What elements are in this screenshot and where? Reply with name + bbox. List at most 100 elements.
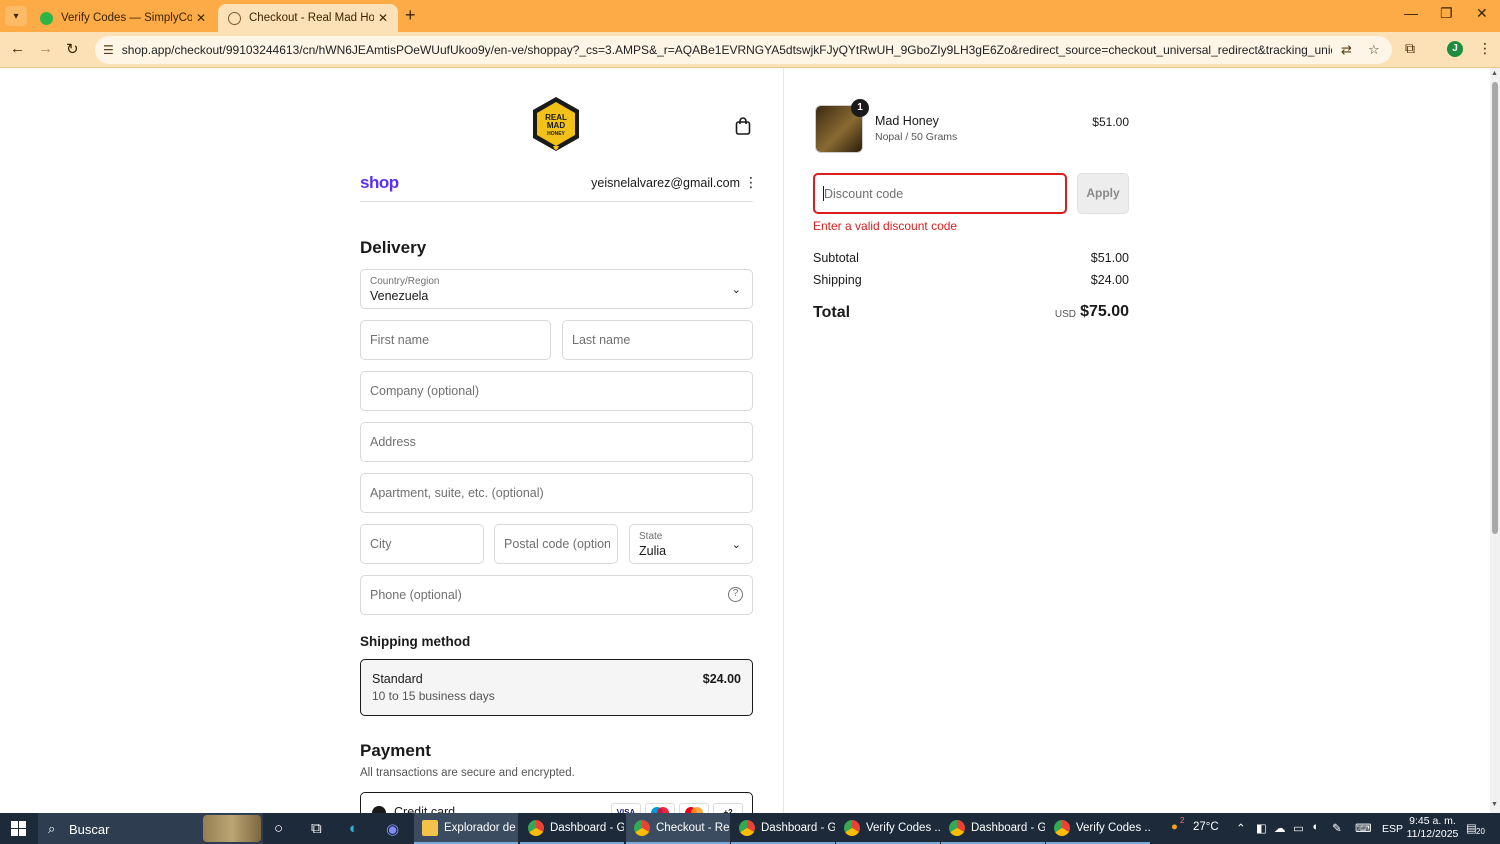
- shipping-label: Shipping: [813, 273, 862, 287]
- taskbar-search[interactable]: ⌕ Buscar: [38, 813, 263, 844]
- last-name-input[interactable]: Last name: [562, 320, 753, 360]
- chevron-down-icon: ⌄: [731, 539, 741, 551]
- url-text[interactable]: shop.app/checkout/99103244613/cn/hWN6JEA…: [122, 43, 1332, 57]
- state-value: Zulia: [639, 544, 667, 558]
- total-value: $75.00: [1080, 303, 1129, 320]
- reload-icon[interactable]: ↻: [66, 40, 79, 58]
- bookmark-star-icon[interactable]: ☆: [1368, 42, 1380, 58]
- translate-icon[interactable]: ⇄: [1341, 42, 1352, 58]
- tab-title: Checkout - Real Mad Honey: [249, 12, 374, 24]
- payment-subtitle: All transactions are secure and encrypte…: [360, 767, 575, 779]
- mastercard-card-icon: [679, 803, 709, 813]
- page-scrollbar[interactable]: ▲ ▼: [1490, 68, 1500, 813]
- network-icon[interactable]: ▭: [1293, 821, 1304, 835]
- taskbar-app-chrome-verify[interactable]: Verify Codes ...: [836, 813, 940, 844]
- tab-checkout[interactable]: Checkout - Real Mad Honey ✕: [218, 4, 398, 32]
- svg-text:HONEY: HONEY: [547, 131, 565, 137]
- taskbar-app-chrome-dashboard[interactable]: Dashboard - G...: [941, 813, 1045, 844]
- maestro-card-icon: [645, 803, 675, 813]
- address-input[interactable]: Address: [360, 422, 753, 462]
- svg-text:MAD: MAD: [547, 121, 565, 130]
- keyboard-icon[interactable]: ⌨: [1355, 821, 1372, 835]
- apartment-input[interactable]: Apartment, suite, etc. (optional): [360, 473, 753, 513]
- new-tab-plus-icon[interactable]: +: [405, 5, 416, 26]
- chrome-menu-icon[interactable]: ⋮: [1478, 40, 1492, 57]
- url-bar[interactable]: ☰ shop.app/checkout/99103244613/cn/hWN6J…: [95, 36, 1392, 64]
- state-label: State: [639, 531, 663, 542]
- scroll-down-icon[interactable]: ▼: [1491, 801, 1498, 808]
- search-highlight-image: [203, 815, 261, 842]
- weather-sun-icon[interactable]: ●: [1171, 821, 1178, 833]
- forward-arrow-icon[interactable]: →: [38, 40, 53, 57]
- edge-icon[interactable]: ◐: [349, 820, 358, 837]
- apply-discount-button[interactable]: Apply: [1077, 173, 1129, 214]
- chrome-icon: [844, 819, 860, 836]
- company-input[interactable]: Company (optional): [360, 371, 753, 411]
- cortana-circle-icon[interactable]: ○: [274, 820, 283, 837]
- phone-input[interactable]: Phone (optional) ?: [360, 575, 753, 615]
- system-clock[interactable]: 9:45 a. m. 11/12/2025: [1405, 815, 1460, 841]
- taskbar-app-chrome-checkout[interactable]: Checkout - Re...: [626, 813, 730, 844]
- country-select[interactable]: Country/Region Venezuela ⌄: [360, 269, 753, 309]
- close-window-icon[interactable]: ✕: [1476, 5, 1488, 22]
- volume-icon[interactable]: ◖: [1311, 821, 1318, 833]
- divider: [360, 201, 753, 202]
- tab-search-button[interactable]: ▾: [5, 6, 27, 26]
- country-value: Venezuela: [370, 289, 429, 303]
- taskbar-app-chrome-dashboard[interactable]: Dashboard - G...: [520, 813, 624, 844]
- shop-pay-logo: shop: [360, 173, 399, 192]
- extensions-puzzle-icon[interactable]: ⧉: [1405, 40, 1415, 57]
- globe-favicon-icon: [228, 11, 241, 25]
- subtotal-label: Subtotal: [813, 251, 859, 265]
- shipping-option-standard[interactable]: Standard 10 to 15 business days $24.00: [360, 659, 753, 716]
- chrome-icon: [1054, 819, 1070, 836]
- discount-code-input[interactable]: Discount code: [813, 173, 1067, 214]
- taskbar-app-chrome-verify[interactable]: Verify Codes ...: [1046, 813, 1150, 844]
- restore-icon[interactable]: ❐: [1440, 5, 1453, 22]
- tab-title: Verify Codes — SimplyCodes: [61, 12, 192, 24]
- tray-chevron-up-icon[interactable]: ⌃: [1236, 821, 1246, 835]
- back-arrow-icon[interactable]: ←: [10, 40, 25, 57]
- scroll-up-icon[interactable]: ▲: [1491, 70, 1498, 77]
- windows-taskbar: ⌕ Buscar ○ ⧉ ◐ ◉ Explorador de ... Dashb…: [0, 813, 1500, 844]
- task-view-icon[interactable]: ⧉: [311, 820, 322, 837]
- shipping-method-heading: Shipping method: [360, 634, 471, 649]
- minimize-icon[interactable]: —: [1404, 5, 1418, 21]
- close-tab-icon[interactable]: ✕: [378, 11, 388, 25]
- real-mad-honey-logo[interactable]: REAL MAD HONEY: [531, 96, 581, 154]
- chrome-icon: [949, 819, 965, 836]
- tab-verify-codes[interactable]: Verify Codes — SimplyCodes ✕: [30, 4, 216, 32]
- payment-heading: Payment: [360, 741, 431, 760]
- taskbar-app-explorer[interactable]: Explorador de ...: [414, 813, 518, 844]
- taskbar-app-chrome-dashboard[interactable]: Dashboard - G...: [731, 813, 835, 844]
- clock-time: 9:45 a. m.: [1409, 815, 1456, 827]
- scrollbar-thumb[interactable]: [1492, 82, 1498, 534]
- discord-icon[interactable]: ◉: [386, 820, 399, 838]
- shipping-option-time: 10 to 15 business days: [372, 689, 495, 703]
- profile-avatar[interactable]: J: [1447, 41, 1463, 57]
- help-question-icon[interactable]: ?: [728, 587, 743, 602]
- language-indicator[interactable]: ESP: [1382, 823, 1403, 835]
- postal-code-input[interactable]: Postal code (optional): [494, 524, 618, 564]
- weather-temp[interactable]: 27°C: [1193, 821, 1219, 833]
- site-info-icon[interactable]: ☰: [103, 43, 114, 57]
- total-label: Total: [813, 304, 851, 321]
- payment-option-credit-card[interactable]: Credit card VISA +2: [360, 792, 753, 813]
- account-menu-icon[interactable]: ⋮: [744, 174, 758, 191]
- address-toolbar: ← → ↻ ☰ shop.app/checkout/99103244613/cn…: [0, 32, 1500, 68]
- meet-icon[interactable]: ◧: [1256, 821, 1267, 835]
- search-text: Buscar: [69, 822, 110, 837]
- more-cards-badge: +2: [713, 803, 743, 813]
- subtotal-value: $51.00: [1090, 251, 1129, 265]
- chrome-icon: [634, 819, 650, 836]
- notification-count: 20: [1476, 827, 1485, 836]
- city-input[interactable]: City: [360, 524, 484, 564]
- pen-icon[interactable]: ✎: [1332, 821, 1342, 835]
- onedrive-icon[interactable]: ☁: [1274, 821, 1286, 835]
- state-select[interactable]: State Zulia ⌄: [629, 524, 753, 564]
- close-tab-icon[interactable]: ✕: [196, 11, 206, 25]
- shopping-bag-icon[interactable]: [735, 117, 751, 135]
- radio-selected-icon[interactable]: [372, 806, 386, 813]
- windows-start-icon[interactable]: [11, 821, 26, 836]
- first-name-input[interactable]: First name: [360, 320, 551, 360]
